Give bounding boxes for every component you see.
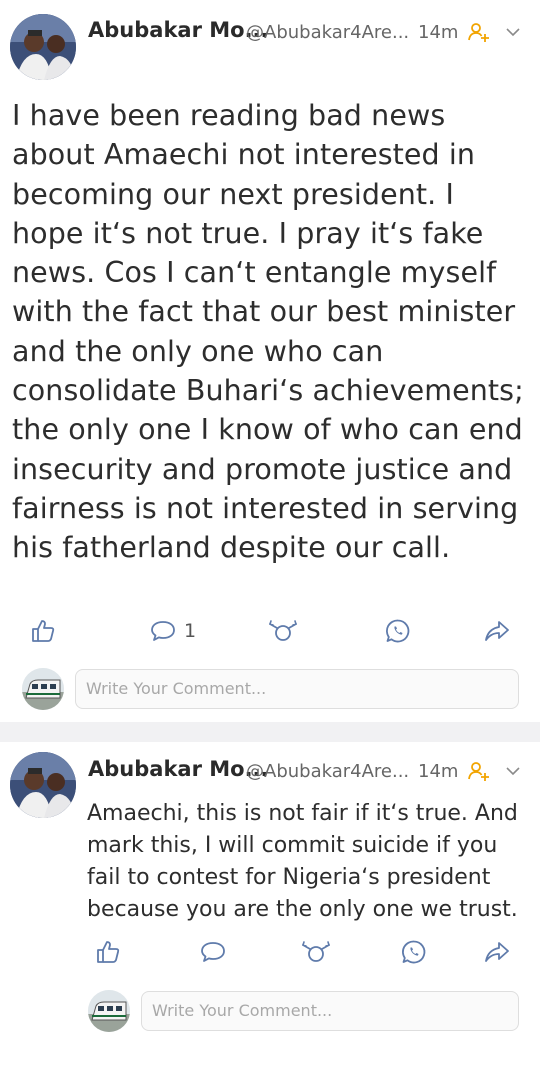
comment-button[interactable]: 1 xyxy=(150,619,196,643)
whatsapp-share-button[interactable] xyxy=(401,939,427,965)
comment-bubble-icon xyxy=(201,942,225,962)
whatsapp-icon xyxy=(386,619,410,643)
whatsapp-share-button[interactable] xyxy=(385,618,411,644)
author-name[interactable]: Abubakar Mo... xyxy=(88,18,269,42)
author-name[interactable]: Abubakar Mo... xyxy=(88,757,269,781)
add-follow-icon[interactable] xyxy=(466,20,490,44)
post-separator xyxy=(0,1047,540,1067)
add-follow-icon[interactable] xyxy=(466,759,490,783)
comment-input[interactable]: Write Your Comment... xyxy=(75,669,519,709)
like-button[interactable] xyxy=(30,618,56,644)
share-button[interactable] xyxy=(484,940,510,964)
comment-input[interactable]: Write Your Comment... xyxy=(141,991,519,1031)
post-text: I have been reading bad news about Amaec… xyxy=(12,99,524,565)
post-time: 14m xyxy=(418,761,459,782)
comment-count: 1 xyxy=(184,620,197,642)
whatsapp-icon xyxy=(402,940,426,964)
user-avatar[interactable] xyxy=(88,990,130,1032)
repost-icon xyxy=(301,941,331,962)
author-handle: @Abubakar4Are... xyxy=(246,22,410,43)
share-arrow-icon xyxy=(485,621,509,641)
repost-button[interactable] xyxy=(268,619,298,643)
post-time: 14m xyxy=(418,22,459,43)
chevron-down-icon[interactable] xyxy=(503,22,523,42)
share-arrow-icon xyxy=(485,942,509,962)
like-button[interactable] xyxy=(95,939,121,965)
user-avatar[interactable] xyxy=(22,668,64,710)
post-separator xyxy=(0,722,540,742)
thumbs-up-icon xyxy=(97,941,120,963)
author-avatar[interactable] xyxy=(10,752,76,818)
comment-button[interactable] xyxy=(200,940,234,964)
author-avatar[interactable] xyxy=(10,14,76,80)
share-button[interactable] xyxy=(484,619,510,643)
comment-bubble-icon xyxy=(151,621,175,641)
repost-button[interactable] xyxy=(301,940,331,964)
author-handle: @Abubakar4Are... xyxy=(246,761,410,782)
post-card: Abubakar Mo... @Abubakar4Are... 14m I ha… xyxy=(0,0,540,722)
chevron-down-icon[interactable] xyxy=(503,761,523,781)
post-text: Amaechi, this is not fair if it‘s true. … xyxy=(87,801,518,922)
repost-icon xyxy=(268,620,298,641)
thumbs-up-icon xyxy=(32,620,55,642)
